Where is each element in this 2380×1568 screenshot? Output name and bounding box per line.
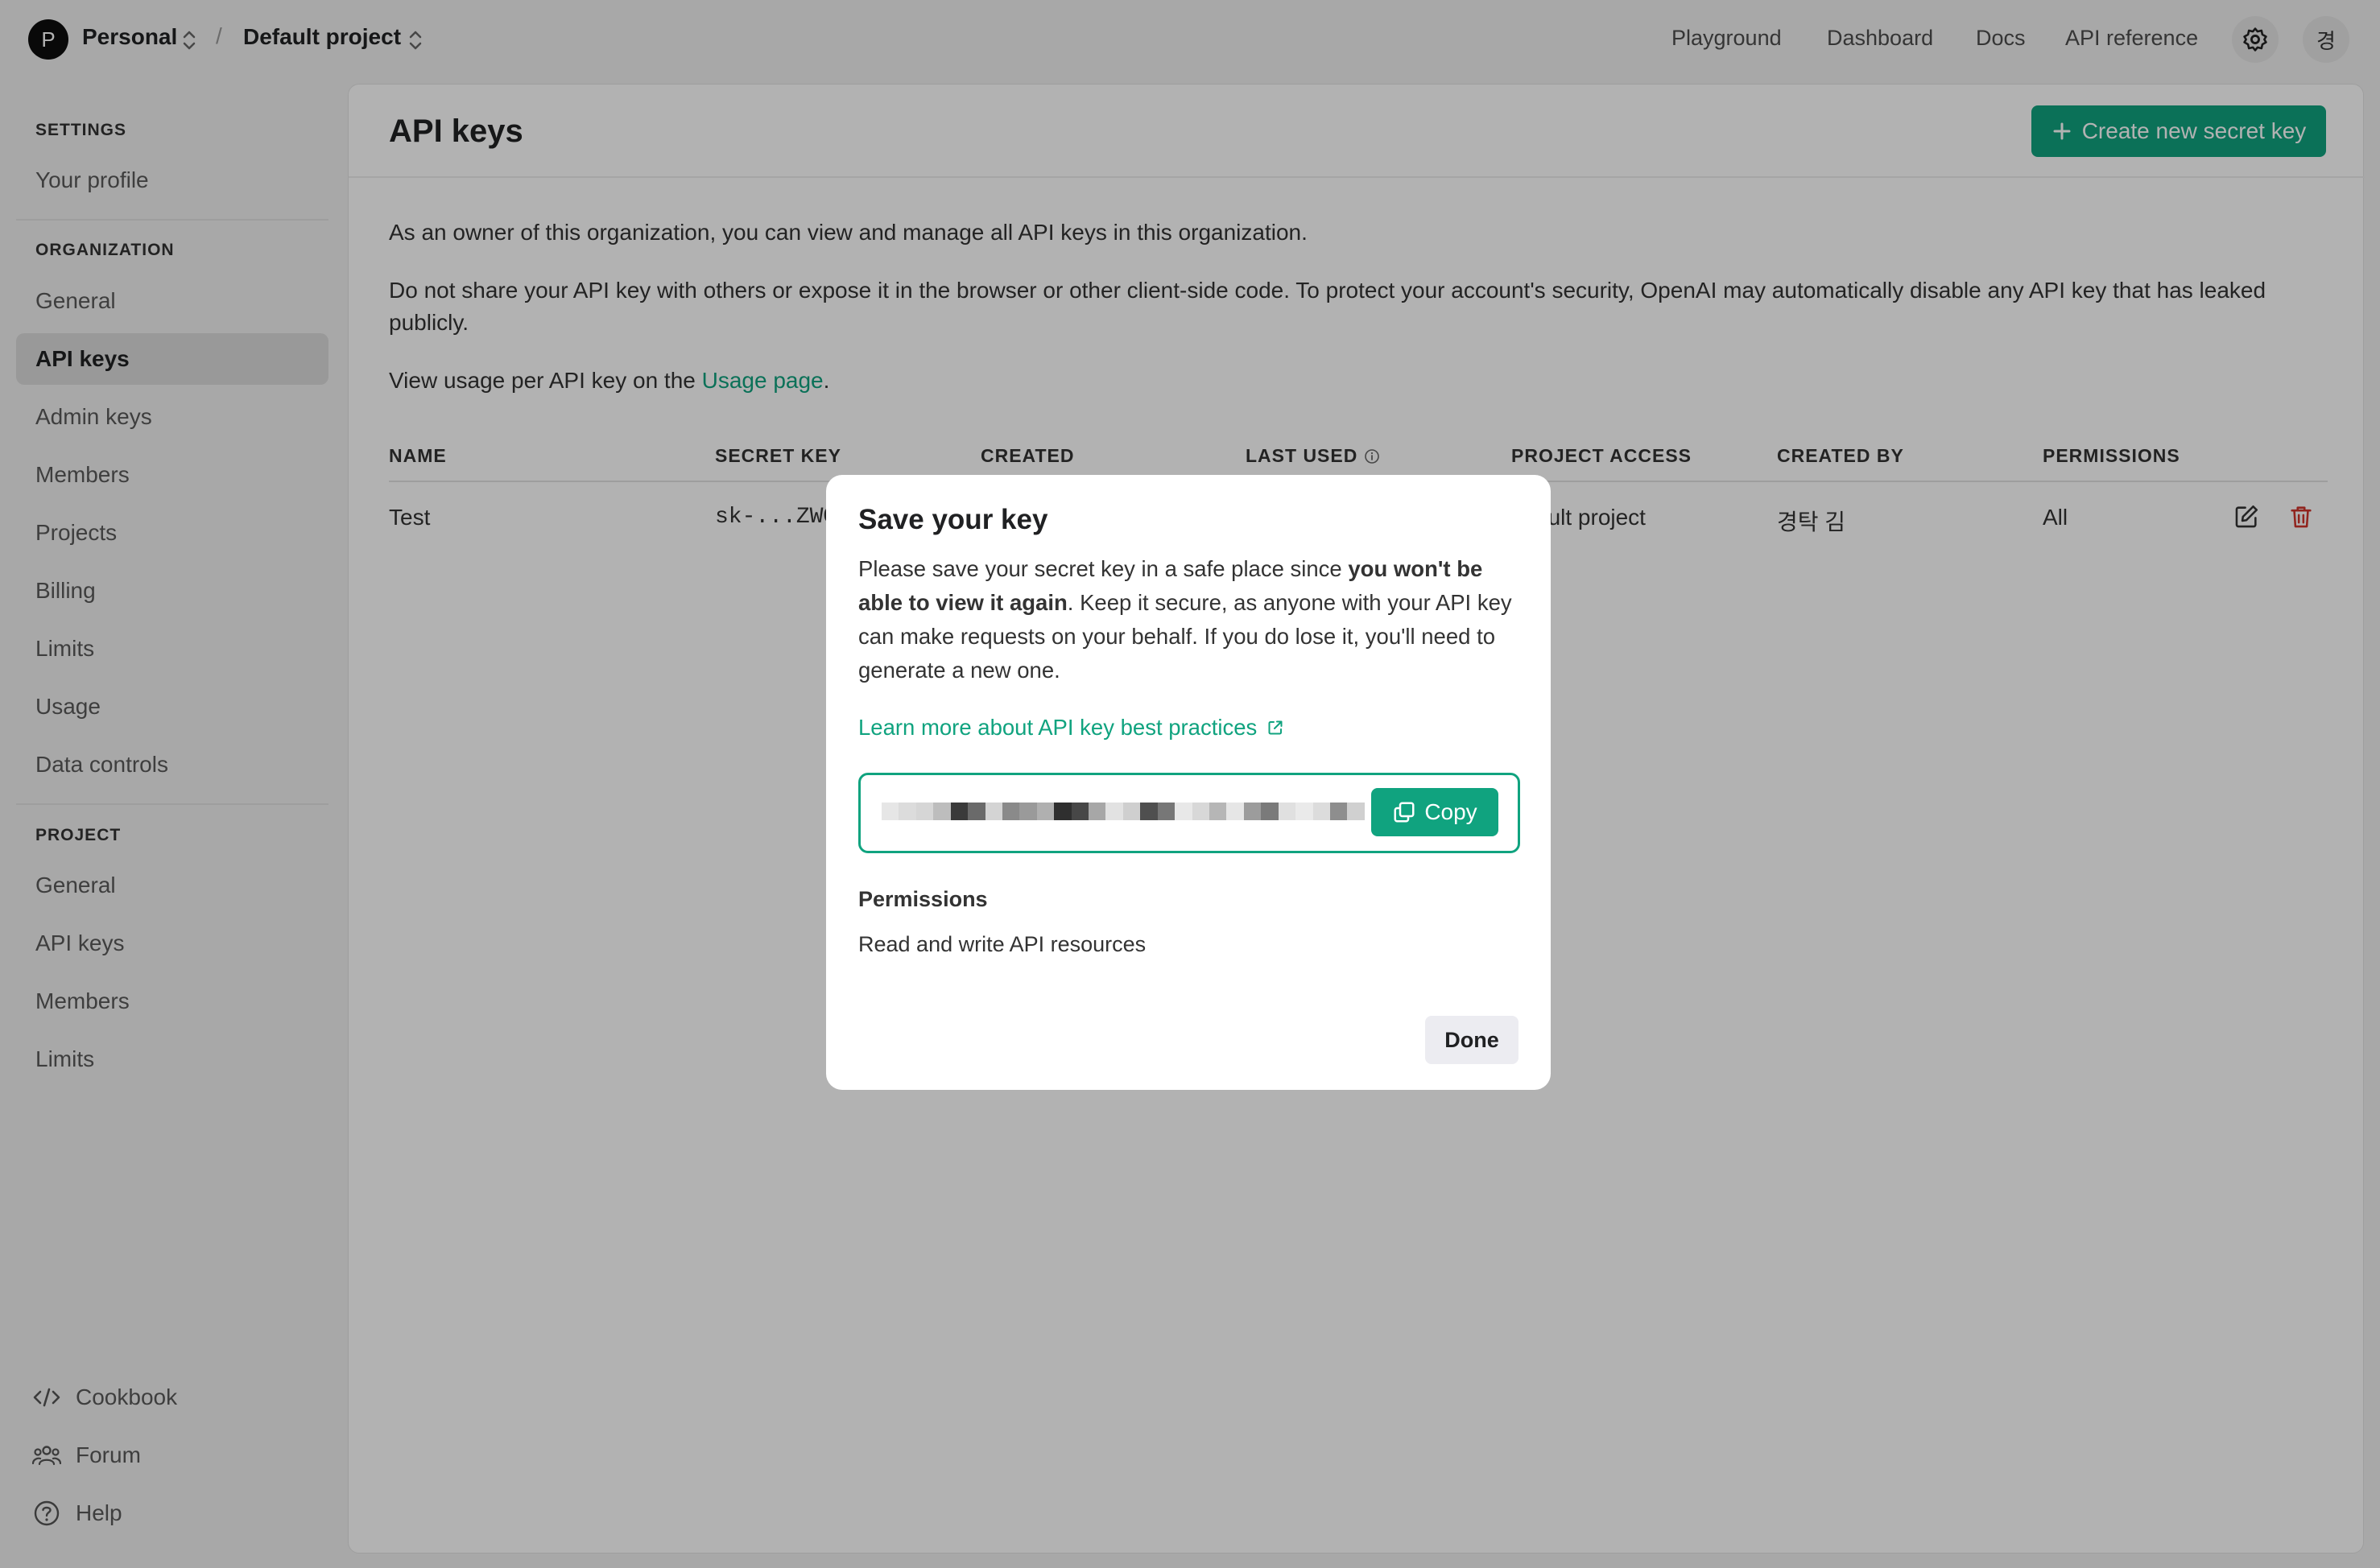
best-practices-link-label: Learn more about API key best practices	[858, 715, 1258, 740]
copy-button[interactable]: Copy	[1371, 788, 1498, 836]
external-link-icon	[1268, 720, 1283, 735]
copy-icon	[1394, 802, 1415, 823]
permissions-label: Permissions	[858, 887, 988, 911]
done-button[interactable]: Done	[1425, 1016, 1518, 1064]
permissions-value: Read and write API resources	[858, 932, 1147, 956]
secret-key-field[interactable]: Copy	[858, 773, 1520, 853]
dialog-message-start: Please save your secret key in a safe pl…	[858, 556, 1349, 581]
dialog-message: Please save your secret key in a safe pl…	[858, 552, 1522, 687]
save-key-dialog: Save your key Please save your secret ke…	[826, 475, 1551, 1090]
copy-button-label: Copy	[1424, 799, 1477, 824]
dialog-title: Save your key	[858, 504, 1048, 535]
best-practices-link[interactable]: Learn more about API key best practices	[858, 715, 1284, 741]
redacted-key-value	[882, 803, 1365, 820]
